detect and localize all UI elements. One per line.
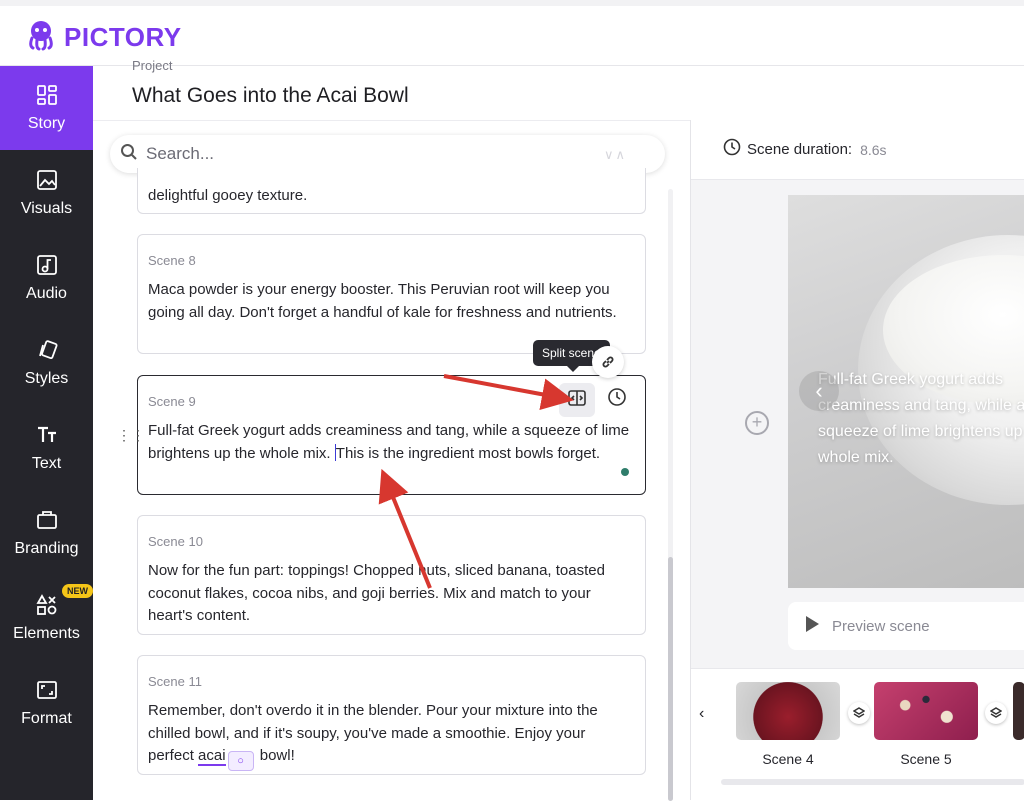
previous-scene-arrow-icon[interactable]: ‹	[799, 371, 839, 411]
search-icon	[120, 143, 138, 166]
tooltip-arrow	[567, 366, 579, 372]
duration-label: Scene duration:	[747, 141, 853, 158]
sidebar-item-label: Audio	[26, 285, 67, 302]
drag-handle-icon[interactable]: ⋮⋮	[117, 427, 145, 444]
branding-icon	[35, 508, 59, 532]
sidebar-item-styles[interactable]: Styles	[0, 321, 93, 405]
link-icon[interactable]	[592, 346, 624, 378]
sidebar-item-branding[interactable]: Branding	[0, 491, 93, 575]
scene-card-8[interactable]: Scene 8 Maca powder is your energy boost…	[137, 234, 646, 354]
project-title[interactable]: What Goes into the Acai Bowl	[132, 84, 409, 108]
visuals-icon	[35, 168, 59, 192]
story-icon	[35, 83, 59, 107]
scene-text[interactable]: delightful gooey texture.	[148, 185, 633, 208]
play-icon	[804, 615, 820, 638]
sidebar-item-story[interactable]: Story	[0, 66, 93, 150]
add-scene-icon[interactable]: +	[745, 411, 769, 435]
scene-text-part: This is the ingredient most bowls forget…	[335, 444, 601, 462]
sidebar-item-audio[interactable]: Audio	[0, 236, 93, 320]
visual-tag-icon[interactable]: ○	[227, 751, 254, 771]
story-panel: ∨∧ delightful gooey texture. Scene 8 Mac…	[93, 120, 690, 801]
scrollbar-thumb[interactable]	[668, 557, 673, 801]
clock-icon	[607, 387, 627, 412]
scene-text[interactable]: Full-fat Greek yogurt adds creaminess an…	[148, 420, 633, 465]
keyword-highlight[interactable]: acai	[198, 747, 226, 766]
new-badge: NEW	[62, 584, 93, 598]
scene-number: Scene 10	[148, 534, 203, 549]
audio-icon	[35, 253, 59, 277]
search-input[interactable]	[146, 144, 586, 164]
sidebar-item-label: Elements	[13, 625, 80, 642]
scene-number: Scene 8	[148, 253, 196, 268]
scene-thumbnail-label: Scene 5	[900, 751, 952, 767]
preview-scene-label: Preview scene	[832, 617, 930, 635]
scene-text[interactable]: Remember, don't overdo it in the blender…	[148, 700, 633, 771]
text-icon	[35, 423, 59, 447]
left-sidebar: Story Visuals Audio Styles Text Branding…	[0, 66, 93, 800]
project-header: Project What Goes into the Acai Bowl	[93, 58, 1024, 120]
sidebar-item-format[interactable]: Format	[0, 661, 93, 745]
sidebar-item-label: Format	[21, 710, 72, 727]
scene-duration-button[interactable]	[605, 387, 629, 411]
sidebar-item-label: Branding	[14, 540, 79, 557]
scene-text[interactable]: Maca powder is your energy booster. This…	[148, 279, 633, 324]
preview-caption: Full-fat Greek yogurt adds creaminess an…	[818, 371, 1024, 466]
filmstrip-scrollbar[interactable]	[721, 779, 1024, 785]
sidebar-item-elements[interactable]: NEW Elements	[0, 576, 93, 660]
sidebar-item-text[interactable]: Text	[0, 406, 93, 490]
scene-card-11[interactable]: Scene 11 Remember, don't overdo it in th…	[137, 655, 646, 775]
scene-thumbnail-label: Scene 4	[762, 751, 814, 767]
sidebar-item-label: Text	[31, 455, 62, 472]
scene-text-part: bowl!	[255, 747, 295, 764]
sidebar-item-label: Styles	[24, 370, 69, 387]
scene-text[interactable]: Now for the fun part: toppings! Chopped …	[148, 560, 633, 628]
top-bar: PICTORY	[0, 0, 1024, 66]
split-scene-button[interactable]	[559, 383, 595, 417]
brand-name: PICTORY	[64, 22, 182, 52]
octopus-logo-icon	[24, 18, 58, 57]
elements-icon	[35, 593, 59, 617]
split-scene-icon	[567, 388, 587, 413]
scene-duration-bar: Scene duration: 8.6s	[691, 120, 1024, 180]
duration-value[interactable]: 8.6s	[860, 142, 886, 158]
preview-panel: Scene duration: 8.6s + Full-fat Greek yo…	[690, 120, 1024, 800]
scene-thumbnail[interactable]	[874, 682, 978, 740]
scene-thumbnail[interactable]	[1013, 682, 1024, 740]
layers-icon[interactable]	[848, 702, 870, 724]
sidebar-item-label: Story	[27, 115, 66, 132]
scene-number: Scene 9	[148, 394, 196, 409]
filmstrip-left-arrow-icon[interactable]: ‹	[699, 705, 704, 723]
scene-number: Scene 11	[148, 674, 202, 689]
preview-scene-button[interactable]: Preview scene	[788, 602, 1024, 650]
sidebar-item-label: Visuals	[20, 200, 73, 217]
scene-thumbnail[interactable]	[736, 682, 840, 740]
scene-card-10[interactable]: Scene 10 Now for the fun part: toppings!…	[137, 515, 646, 635]
layers-icon[interactable]	[985, 702, 1007, 724]
search-nav-chevrons-icon[interactable]: ∨∧	[604, 147, 627, 163]
scene-card-7[interactable]: delightful gooey texture.	[137, 168, 646, 214]
project-label: Project	[132, 58, 173, 73]
scene-filmstrip: ‹ Scene 4 Scene 5	[691, 668, 1024, 800]
status-dot	[621, 468, 629, 476]
sidebar-item-visuals[interactable]: Visuals	[0, 151, 93, 235]
clock-icon	[723, 138, 741, 161]
styles-icon	[35, 338, 59, 362]
format-icon	[35, 678, 59, 702]
logo[interactable]: PICTORY	[24, 18, 182, 57]
